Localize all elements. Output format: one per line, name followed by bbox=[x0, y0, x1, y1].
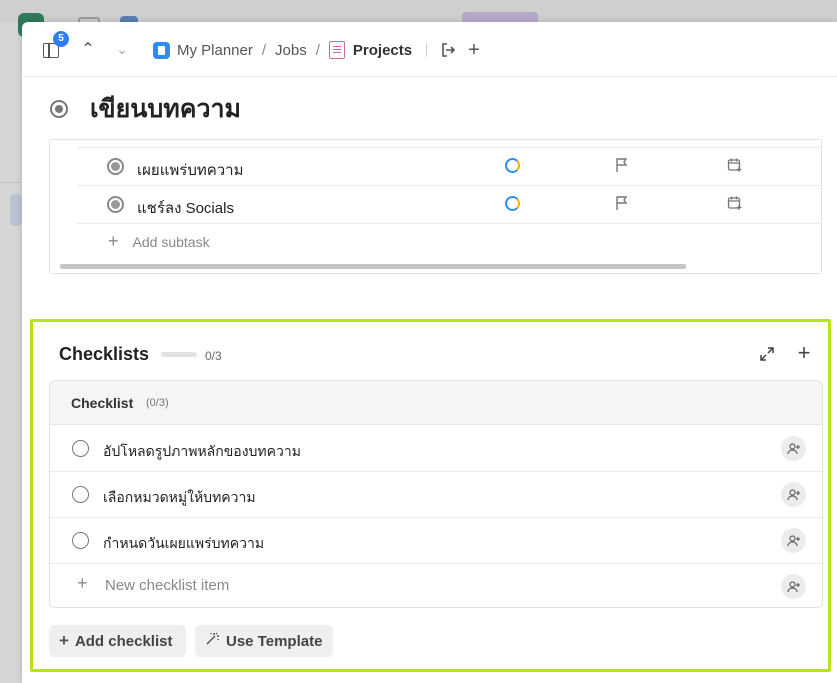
assignee-icon[interactable] bbox=[505, 158, 520, 173]
subtask-label[interactable]: เผยแพร่บทความ bbox=[137, 158, 244, 182]
add-checklist-icon-button[interactable]: + bbox=[794, 342, 814, 364]
open-full-page-button[interactable] bbox=[437, 39, 459, 61]
new-checklist-item-row[interactable]: + New checklist item bbox=[50, 563, 822, 607]
background-sidebar-item bbox=[10, 194, 22, 226]
toolbar-divider bbox=[426, 43, 427, 57]
checklist-name[interactable]: Checklist bbox=[71, 395, 133, 411]
add-checklist-button[interactable]: + Add checklist bbox=[49, 625, 186, 657]
horizontal-scrollbar[interactable] bbox=[60, 264, 686, 269]
modal-toolbar: 5 ⌃ ⌄ My Planner / Jobs / Projects + bbox=[22, 22, 837, 77]
task-title[interactable]: เขียนบทความ bbox=[90, 89, 241, 129]
task-status-icon[interactable] bbox=[50, 100, 68, 118]
plus-icon: + bbox=[108, 231, 119, 251]
checklist-count: (0/3) bbox=[146, 397, 169, 409]
chevron-down-icon: ⌄ bbox=[116, 40, 128, 57]
checklist-header: Checklist (0/3) bbox=[50, 381, 822, 425]
checklist-item-text[interactable]: เลือกหมวดหมู่ให้บทความ bbox=[103, 487, 256, 509]
checklists-progress-bar bbox=[161, 352, 197, 357]
new-checklist-item-input[interactable]: New checklist item bbox=[105, 577, 229, 594]
breadcrumb-separator: / bbox=[315, 41, 320, 59]
subtask-label[interactable]: แชร์ลง Socials bbox=[137, 196, 234, 220]
checklist-card: Checklist (0/3) อัปโหลดรูปภาพหลักของบทคว… bbox=[49, 380, 823, 608]
chevron-up-icon: ⌃ bbox=[81, 41, 95, 58]
use-template-button[interactable]: Use Template bbox=[195, 625, 333, 657]
expand-icon bbox=[760, 347, 774, 361]
magic-wand-icon bbox=[205, 631, 220, 651]
checklist-item-text[interactable]: กำหนดวันเผยแพร่บทความ bbox=[103, 533, 264, 555]
flag-icon[interactable] bbox=[615, 195, 629, 211]
task-detail-modal: 5 ⌃ ⌄ My Planner / Jobs / Projects + เขี… bbox=[22, 22, 837, 683]
checklists-count: 0/3 bbox=[205, 349, 222, 363]
subtask-status-icon[interactable] bbox=[107, 158, 124, 175]
calendar-add-icon[interactable] bbox=[727, 157, 743, 173]
assign-user-icon[interactable] bbox=[781, 436, 806, 461]
checklist-item[interactable]: อัปโหลดรูปภาพหลักของบทความ bbox=[50, 425, 822, 472]
calendar-add-icon[interactable] bbox=[727, 195, 743, 211]
assign-user-icon[interactable] bbox=[781, 482, 806, 507]
document-icon bbox=[328, 41, 345, 59]
next-task-button[interactable]: ⌄ bbox=[112, 38, 132, 60]
add-checklist-label: Add checklist bbox=[74, 632, 173, 650]
background-divider bbox=[0, 182, 22, 183]
subtask-row[interactable]: เผยแพร่บทความ bbox=[77, 147, 821, 185]
use-template-label: Use Template bbox=[226, 632, 323, 650]
flag-icon[interactable] bbox=[615, 157, 629, 173]
checklist-item-checkbox[interactable] bbox=[72, 486, 89, 503]
subtasks-table: เผยแพร่บทความ แชร์ลง Socials + Add subta… bbox=[49, 139, 822, 274]
exit-icon bbox=[442, 43, 456, 57]
add-button[interactable]: + bbox=[463, 39, 485, 61]
previous-task-button[interactable]: ⌃ bbox=[78, 38, 98, 60]
subtask-status-icon[interactable] bbox=[107, 196, 124, 213]
assign-user-icon[interactable] bbox=[781, 528, 806, 553]
subtask-row[interactable]: แชร์ลง Socials bbox=[77, 185, 821, 223]
notification-badge: 5 bbox=[53, 31, 69, 47]
checklist-item-checkbox[interactable] bbox=[72, 532, 89, 549]
checklists-title: Checklists bbox=[59, 344, 150, 364]
plus-icon: + bbox=[77, 573, 88, 593]
breadcrumb: My Planner / Jobs / Projects bbox=[153, 39, 412, 61]
task-title-row: เขียนบทความ bbox=[50, 92, 241, 126]
checklist-item[interactable]: เลือกหมวดหมู่ให้บทความ bbox=[50, 471, 822, 518]
assign-user-icon[interactable] bbox=[781, 574, 806, 599]
checklists-section: Checklists 0/3 + Checklist (0/3) อัปโหลด… bbox=[30, 319, 831, 672]
checklist-item[interactable]: กำหนดวันเผยแพร่บทความ bbox=[50, 517, 822, 564]
plus-icon: + bbox=[468, 38, 480, 61]
breadcrumb-separator: / bbox=[261, 41, 267, 59]
breadcrumb-projects[interactable]: Projects bbox=[353, 42, 412, 59]
checklist-item-text[interactable]: อัปโหลดรูปภาพหลักของบทความ bbox=[103, 441, 301, 463]
breadcrumb-jobs[interactable]: Jobs bbox=[275, 42, 307, 59]
add-subtask-button[interactable]: + Add subtask bbox=[108, 231, 210, 252]
add-subtask-label: Add subtask bbox=[132, 233, 210, 250]
plus-icon: + bbox=[797, 340, 811, 365]
assignee-icon[interactable] bbox=[505, 196, 520, 211]
checklist-item-checkbox[interactable] bbox=[72, 440, 89, 457]
breadcrumb-planner[interactable]: My Planner bbox=[177, 42, 253, 59]
plus-icon: + bbox=[59, 631, 69, 650]
expand-button[interactable] bbox=[758, 346, 776, 364]
planner-icon bbox=[153, 41, 170, 59]
